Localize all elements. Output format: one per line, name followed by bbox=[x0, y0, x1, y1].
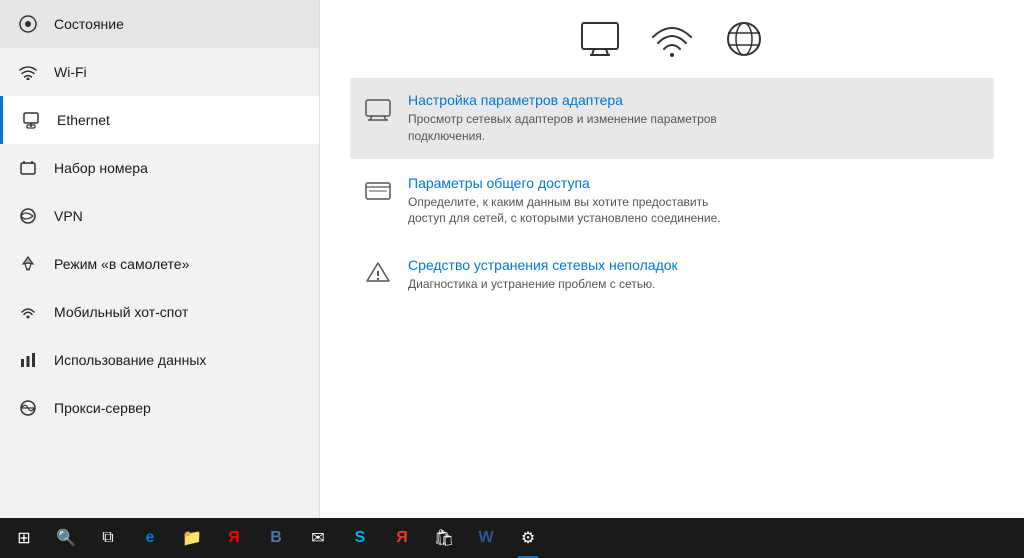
sidebar-item-ethernet[interactable]: Ethernet bbox=[0, 96, 319, 144]
signal-icon-item bbox=[650, 21, 694, 61]
sidebar-item-label-hotspot: Мобильный хот-спот bbox=[54, 304, 188, 320]
sharing-icon bbox=[362, 175, 394, 207]
card-title-sharing: Параметры общего доступа bbox=[408, 175, 748, 191]
sidebar-item-label-airplane: Режим «в самолете» bbox=[54, 256, 189, 272]
sidebar-item-label-dialup: Набор номера bbox=[54, 160, 148, 176]
sidebar-item-dialup[interactable]: Набор номера bbox=[0, 144, 319, 192]
sidebar-item-label-ethernet: Ethernet bbox=[57, 112, 110, 128]
sidebar-item-label-datausage: Использование данных bbox=[54, 352, 206, 368]
setting-card-troubleshoot[interactable]: Средство устранения сетевых неполадок Диа… bbox=[350, 243, 994, 307]
sidebar-item-proxy[interactable]: Прокси-сервер bbox=[0, 384, 319, 432]
datausage-icon bbox=[16, 348, 40, 372]
dialup-icon bbox=[16, 156, 40, 180]
card-title-adapter: Настройка параметров адаптера bbox=[408, 92, 748, 108]
main-panel: Настройка параметров адаптера Просмотр се… bbox=[320, 0, 1024, 518]
setting-card-adapter[interactable]: Настройка параметров адаптера Просмотр се… bbox=[350, 78, 994, 159]
taskbar-yandex[interactable]: Я bbox=[214, 518, 254, 558]
card-desc-troubleshoot: Диагностика и устранение проблем с сетью… bbox=[408, 276, 678, 293]
taskbar-files[interactable]: 📁 bbox=[172, 518, 212, 558]
taskbar-skype[interactable]: S bbox=[340, 518, 380, 558]
card-desc-sharing: Определите, к каким данным вы хотите пре… bbox=[408, 194, 748, 228]
sidebar-item-label-wifi: Wi-Fi bbox=[54, 64, 87, 80]
taskbar-edge[interactable]: e bbox=[130, 518, 170, 558]
globe-icon-item bbox=[724, 20, 764, 62]
sidebar-item-label-proxy: Прокси-сервер bbox=[54, 400, 151, 416]
setting-cards: Настройка параметров адаптера Просмотр се… bbox=[350, 78, 994, 307]
airplane-icon bbox=[16, 252, 40, 276]
taskbar-settings[interactable]: ⚙ bbox=[508, 518, 548, 558]
computer-icon-item bbox=[580, 21, 620, 61]
card-title-troubleshoot: Средство устранения сетевых неполадок bbox=[408, 257, 678, 273]
wifi-icon bbox=[16, 60, 40, 84]
sidebar-item-hotspot[interactable]: Мобильный хот-спот bbox=[0, 288, 319, 336]
taskbar-mail[interactable]: ✉ bbox=[298, 518, 338, 558]
troubleshoot-icon bbox=[362, 257, 394, 289]
taskbar-yandexbr[interactable]: Я bbox=[382, 518, 422, 558]
status-icon bbox=[16, 12, 40, 36]
sidebar-item-vpn[interactable]: VPN bbox=[0, 192, 319, 240]
taskbar-search[interactable]: 🔍 bbox=[46, 518, 86, 558]
adapter-icon bbox=[362, 92, 394, 124]
proxy-icon bbox=[16, 396, 40, 420]
sidebar-item-label-status: Состояние bbox=[54, 16, 124, 32]
hotspot-icon bbox=[16, 300, 40, 324]
sidebar-item-wifi[interactable]: Wi-Fi bbox=[0, 48, 319, 96]
ethernet-icon bbox=[19, 108, 43, 132]
sidebar-item-datausage[interactable]: Использование данных bbox=[0, 336, 319, 384]
sidebar: Состояние Wi-Fi Ethernet Набор номера VPN Реж… bbox=[0, 0, 320, 518]
setting-card-sharing[interactable]: Параметры общего доступа Определите, к ка… bbox=[350, 161, 994, 242]
taskbar-start[interactable]: ⊞ bbox=[4, 518, 44, 558]
taskbar: ⊞🔍⧉e📁ЯВ✉SЯ🛍W⚙ bbox=[0, 518, 1024, 558]
sidebar-item-airplane[interactable]: Режим «в самолете» bbox=[0, 240, 319, 288]
taskbar-store[interactable]: 🛍 bbox=[424, 518, 464, 558]
sidebar-item-label-vpn: VPN bbox=[54, 208, 83, 224]
sidebar-item-status[interactable]: Состояние bbox=[0, 0, 319, 48]
taskbar-vk[interactable]: В bbox=[256, 518, 296, 558]
taskbar-word[interactable]: W bbox=[466, 518, 506, 558]
taskbar-taskview[interactable]: ⧉ bbox=[88, 518, 128, 558]
vpn-icon bbox=[16, 204, 40, 228]
card-desc-adapter: Просмотр сетевых адаптеров и изменение п… bbox=[408, 111, 748, 145]
network-icons-row bbox=[350, 20, 994, 62]
